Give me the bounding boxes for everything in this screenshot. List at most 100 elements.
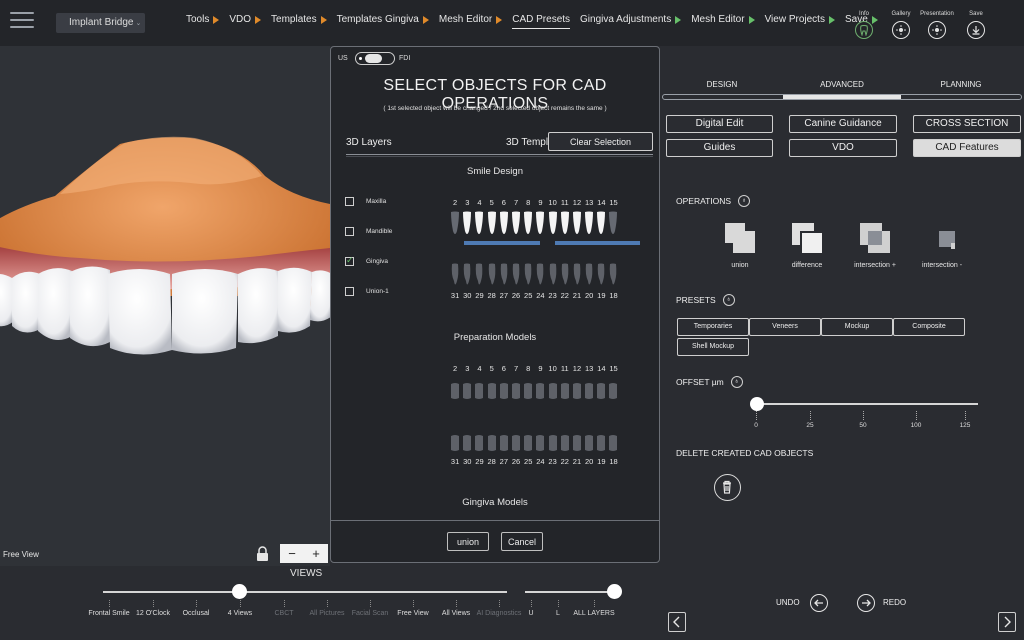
nav-item[interactable]: View Projects (765, 14, 835, 32)
tab-planning[interactable]: PLANNING (911, 80, 1011, 89)
info-tool[interactable]: Info (844, 11, 884, 39)
nav-item[interactable]: CAD Presets (512, 14, 571, 32)
delete-cad-objects-button[interactable] (714, 474, 741, 501)
tooth-icon[interactable] (461, 430, 473, 456)
layer-row[interactable]: Maxilla (345, 197, 386, 206)
preset-temporaries[interactable]: Temporaries (677, 318, 749, 336)
tooth-icon[interactable] (559, 263, 571, 289)
save-tool[interactable]: Save (956, 11, 996, 39)
menu-icon[interactable] (10, 12, 34, 30)
views-slider-handle[interactable] (232, 584, 247, 599)
tooth-icon[interactable] (498, 430, 510, 456)
tooth-icon[interactable] (486, 211, 498, 237)
guides-button[interactable]: Guides (666, 139, 773, 157)
prev-page-button[interactable] (668, 612, 686, 632)
tooth-icon[interactable] (522, 263, 534, 289)
tooth-help-icon[interactable]: ♁ (738, 195, 751, 207)
view-option-label[interactable]: CBCT (260, 610, 308, 617)
tooth-icon[interactable] (583, 211, 595, 237)
cross-section-button[interactable]: CROSS SECTION (913, 115, 1021, 133)
tooth-icon[interactable] (473, 263, 485, 289)
layer-checkbox[interactable] (345, 287, 354, 296)
layer-checkbox[interactable] (345, 227, 354, 236)
tooth-icon[interactable] (473, 378, 485, 404)
view-option-label[interactable]: 4 Views (216, 610, 264, 617)
tooth-icon[interactable] (534, 378, 546, 404)
tooth-icon[interactable] (571, 430, 583, 456)
tooth-icon[interactable] (498, 211, 510, 237)
tooth-icon[interactable] (571, 378, 583, 404)
tooth-icon[interactable] (510, 211, 522, 237)
preset-veneers[interactable]: Veneers (749, 318, 821, 336)
clear-selection-button[interactable]: Clear Selection (548, 132, 653, 151)
cad-features-button[interactable]: CAD Features (913, 139, 1021, 157)
lock-icon[interactable] (256, 546, 269, 567)
nav-item[interactable]: Mesh Editor (439, 14, 503, 32)
tooth-help-icon[interactable]: ♁ (730, 376, 743, 388)
all-layers-label[interactable]: ALL LAYERS (572, 610, 616, 617)
tab-3d-layers[interactable]: 3D Layers (346, 137, 392, 148)
tooth-icon[interactable] (534, 430, 546, 456)
tooth-icon[interactable] (559, 211, 571, 237)
tooth-icon[interactable] (607, 430, 619, 456)
nav-item[interactable]: VDO (229, 14, 262, 32)
tooth-icon[interactable] (583, 263, 595, 289)
tooth-icon[interactable] (522, 378, 534, 404)
op-intersection-minus[interactable]: intersection - (907, 223, 977, 269)
tooth-icon[interactable] (547, 211, 559, 237)
tooth-icon[interactable] (571, 211, 583, 237)
tooth-icon[interactable] (595, 378, 607, 404)
tooth-icon[interactable] (595, 211, 607, 237)
view-option-label[interactable]: Occlusal (172, 610, 220, 617)
preset-shell-mockup[interactable]: Shell Mockup (677, 338, 749, 356)
view-option-label[interactable]: All Views (432, 610, 480, 617)
layer-row[interactable]: Gingiva (345, 255, 388, 266)
presentation-tool[interactable]: Presentation (917, 11, 957, 39)
tooth-icon[interactable] (583, 378, 595, 404)
tooth-icon[interactable] (607, 211, 619, 237)
tooth-icon[interactable] (510, 378, 522, 404)
view-option-label[interactable]: All Pictures (303, 610, 351, 617)
nav-item[interactable]: Gingiva Adjustments (580, 14, 682, 32)
tooth-icon[interactable] (534, 263, 546, 289)
tooth-icon[interactable] (461, 378, 473, 404)
zoom-in-button[interactable]: + (312, 546, 320, 561)
tooth-icon[interactable] (559, 430, 571, 456)
tooth-icon[interactable] (498, 378, 510, 404)
tooth-icon[interactable] (449, 430, 461, 456)
tooth-icon[interactable] (486, 263, 498, 289)
nav-item[interactable]: Mesh Editor (691, 14, 755, 32)
digital-edit-button[interactable]: Digital Edit (666, 115, 773, 133)
3d-viewport[interactable] (0, 46, 330, 566)
tooth-icon[interactable] (547, 378, 559, 404)
tooth-icon[interactable] (607, 263, 619, 289)
nav-item[interactable]: Templates (271, 14, 327, 32)
tooth-icon[interactable] (547, 430, 559, 456)
tooth-icon[interactable] (607, 378, 619, 404)
layer-u-label[interactable]: U (526, 610, 536, 617)
tab-advanced[interactable]: ADVANCED (792, 80, 892, 89)
offset-slider-handle[interactable] (750, 397, 764, 411)
view-option-label[interactable]: Facial Scan (346, 610, 394, 617)
project-select[interactable]: Implant Bridge ⌄ (56, 13, 145, 33)
redo-button[interactable] (857, 594, 875, 612)
view-option-label[interactable]: AI Diagnostics (475, 610, 523, 617)
tooth-icon[interactable] (449, 263, 461, 289)
views-slider-track[interactable] (103, 591, 507, 593)
preset-mockup[interactable]: Mockup (821, 318, 893, 336)
tooth-icon[interactable] (534, 211, 546, 237)
numbering-toggle[interactable] (355, 52, 395, 65)
undo-button[interactable] (810, 594, 828, 612)
tooth-icon[interactable] (449, 378, 461, 404)
tooth-help-icon[interactable]: ♁ (722, 294, 735, 306)
tooth-icon[interactable] (449, 211, 461, 237)
tooth-icon[interactable] (486, 378, 498, 404)
layers-slider-track[interactable] (525, 591, 617, 593)
nav-item[interactable]: Templates Gingiva (337, 14, 429, 32)
canine-guidance-button[interactable]: Canine Guidance (789, 115, 897, 133)
tooth-icon[interactable] (461, 263, 473, 289)
preset-composite[interactable]: Composite (893, 318, 965, 336)
layer-checkbox[interactable] (345, 255, 354, 266)
union-button[interactable]: union (447, 532, 489, 551)
tooth-icon[interactable] (473, 211, 485, 237)
